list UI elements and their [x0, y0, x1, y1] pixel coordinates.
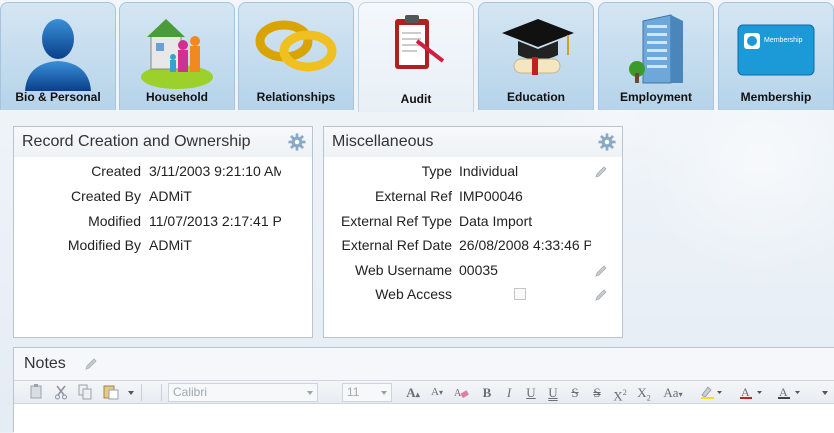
type-value: Individual: [459, 163, 519, 179]
gear-icon[interactable]: [288, 133, 306, 151]
tab-label: Relationships: [256, 90, 336, 104]
edit-pencil-icon[interactable]: [594, 288, 608, 302]
house-icon: [141, 19, 213, 89]
office-building-icon: [629, 14, 683, 84]
modified-by-value: ADMiT: [149, 237, 192, 253]
italic-icon[interactable]: I: [502, 384, 516, 401]
paste-dropdown-icon[interactable]: [126, 384, 136, 401]
external-ref-label: External Ref: [374, 188, 452, 204]
edit-pencil-icon[interactable]: [84, 357, 98, 371]
tab-label: Audit: [400, 92, 432, 106]
gear-icon[interactable]: [598, 133, 616, 151]
underline-icon[interactable]: U: [524, 384, 538, 401]
panel-title: Miscellaneous: [332, 133, 434, 150]
record-creation-panel: Record Creation and Ownership Created 3/…: [13, 126, 313, 338]
tab-relationships[interactable]: Relationships: [238, 2, 354, 110]
tab-household[interactable]: Household: [119, 2, 235, 110]
created-label: Created: [91, 163, 141, 179]
external-ref-value: IMP00046: [459, 188, 523, 204]
shrink-font-icon[interactable]: A▾: [428, 384, 446, 401]
membership-card-text: Membership: [764, 37, 803, 44]
chevron-down-icon: [381, 391, 387, 395]
tab-label: Bio & Personal: [15, 90, 101, 104]
edit-pencil-icon[interactable]: [594, 264, 608, 278]
edit-pencil-icon[interactable]: [594, 165, 608, 179]
tab-employment[interactable]: Employment: [598, 2, 714, 110]
web-username-value: 00035: [459, 262, 498, 278]
graduation-cap-icon: [502, 19, 574, 75]
change-case-icon[interactable]: Aa▾: [660, 384, 686, 401]
created-by-value: ADMiT: [149, 188, 192, 204]
double-underline-icon[interactable]: U: [546, 384, 560, 401]
web-access-checkbox[interactable]: [514, 288, 526, 300]
notes-header: Notes: [14, 348, 834, 380]
tab-education[interactable]: Education: [478, 2, 594, 110]
font-size-value: 11: [347, 385, 360, 399]
membership-card-icon: Membership: [737, 24, 815, 76]
tab-label: Household: [146, 90, 208, 104]
panel-header: Record Creation and Ownership: [14, 127, 312, 157]
font-color-icon[interactable]: A: [738, 384, 764, 401]
tab-bio-personal[interactable]: Bio & Personal: [0, 2, 116, 110]
miscellaneous-panel: Miscellaneous Type Individual External R…: [323, 126, 623, 338]
clipboard-icon: [395, 15, 445, 69]
strikethrough-icon[interactable]: S: [568, 384, 582, 401]
font-size-select[interactable]: 11: [342, 383, 392, 402]
tab-membership[interactable]: Membership Membership: [718, 2, 834, 110]
tab-bar: Bio & Personal Household Relationships A…: [0, 0, 834, 112]
tab-label: Membership: [740, 90, 812, 104]
tab-label: Education: [506, 90, 565, 104]
paste-special-icon[interactable]: [102, 384, 120, 401]
created-value: 3/11/2003 9:21:10 AM: [149, 163, 281, 179]
highlight-color-icon[interactable]: [698, 384, 724, 401]
svg-text:A: A: [779, 385, 788, 399]
rich-text-toolbar: Calibri 11 A▴ A▾ A B I U U S S X2 X2 Aa▾…: [14, 380, 834, 404]
notes-panel: Notes Calibri 11 A▴ A▾ A B I U U S S X2 …: [13, 347, 834, 433]
external-ref-date-label: External Ref Date: [341, 237, 453, 253]
person-icon: [25, 19, 91, 91]
created-by-label: Created By: [70, 188, 141, 204]
toolbar-overflow-icon[interactable]: [818, 384, 832, 401]
tab-audit[interactable]: Audit: [358, 2, 474, 112]
double-strikethrough-icon[interactable]: S: [590, 384, 604, 401]
modified-label: Modified: [88, 213, 141, 229]
grow-font-icon[interactable]: A▴: [404, 384, 422, 401]
toolbar-separator: [161, 384, 162, 401]
notes-title: Notes: [24, 355, 66, 372]
web-username-label: Web Username: [354, 262, 452, 278]
panel-title: Record Creation and Ownership: [22, 133, 251, 150]
clear-format-icon[interactable]: A: [452, 384, 470, 401]
tab-label: Employment: [619, 90, 692, 104]
font-family-value: Calibri: [173, 385, 208, 399]
notes-editor[interactable]: [14, 404, 834, 433]
external-ref-type-label: External Ref Type: [340, 213, 452, 229]
paste-icon[interactable]: [28, 384, 46, 401]
rings-icon: [255, 20, 337, 72]
type-label: Type: [421, 163, 452, 179]
font-family-select[interactable]: Calibri: [168, 383, 318, 402]
modified-by-label: Modified By: [67, 237, 141, 253]
toolbar-separator: [141, 384, 142, 401]
cut-icon[interactable]: [52, 384, 70, 401]
web-access-label: Web Access: [375, 286, 452, 302]
modified-value: 11/07/2013 2:17:41 PM: [149, 213, 281, 229]
external-ref-type-value: Data Import: [459, 213, 533, 229]
subscript-icon[interactable]: X2: [636, 384, 652, 403]
font-background-icon[interactable]: A: [776, 384, 802, 401]
svg-text:A: A: [454, 388, 462, 399]
superscript-icon[interactable]: X2: [612, 384, 628, 403]
panel-header: Miscellaneous: [324, 127, 622, 157]
chevron-down-icon: [307, 391, 313, 395]
svg-text:A: A: [741, 385, 750, 399]
bold-icon[interactable]: B: [480, 384, 494, 401]
external-ref-date-value: 26/08/2008 4:33:46 PM: [459, 237, 591, 253]
copy-icon[interactable]: [76, 384, 94, 401]
